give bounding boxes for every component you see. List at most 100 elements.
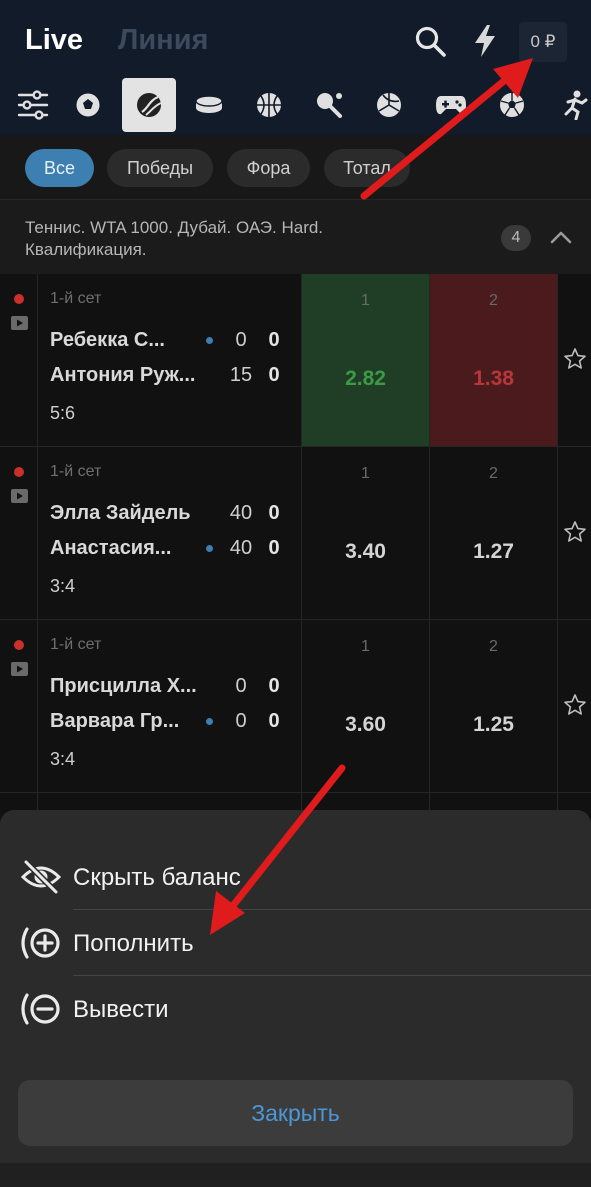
player-2-points: 15: [229, 364, 253, 386]
live-indicator-icon: [14, 294, 24, 304]
game-score: 3:4: [50, 576, 76, 596]
serve-indicator-icon: [206, 545, 213, 552]
odds-cell-2[interactable]: 2 1.38: [429, 274, 557, 446]
chevron-up-icon[interactable]: [548, 226, 574, 248]
star-icon[interactable]: [563, 520, 587, 544]
top-header: Live Линия 0 ₽: [0, 0, 591, 135]
esports-icon[interactable]: [424, 78, 478, 132]
set-label: 1-й сет: [50, 463, 102, 480]
close-button[interactable]: Закрыть: [18, 1080, 573, 1146]
hide-balance-item[interactable]: Скрыть баланс: [0, 844, 591, 910]
odds-value: 3.60: [345, 713, 386, 736]
star-icon[interactable]: [563, 693, 587, 717]
player-2-points: 40: [229, 537, 253, 559]
player-1-points: 0: [235, 675, 247, 697]
tournament-title: Теннис. WTA 1000. Дубай. ОАЭ. Hard. Квал…: [25, 218, 324, 259]
bet-type-filters: Все Победы Фора Тотал: [0, 135, 591, 199]
balance-action-sheet: Скрыть баланс Пополнить Вывести Закрыть: [0, 810, 591, 1187]
player-1-name: Присцилла Х...: [50, 675, 197, 697]
filter-chip-wins[interactable]: Победы: [107, 149, 213, 187]
player-1-name: Ребекка С...: [50, 329, 165, 351]
match-row[interactable]: 1-й сет Присцилла Х... 0 0 Варвара Гр...…: [0, 620, 591, 793]
balance-button[interactable]: 0 ₽: [519, 22, 567, 62]
withdraw-item[interactable]: Вывести: [0, 976, 591, 1042]
player-2-name: Варвара Гр...: [50, 710, 180, 732]
star-icon[interactable]: [563, 347, 587, 371]
withdraw-minus-icon: [21, 993, 60, 1025]
filter-settings-icon[interactable]: [6, 78, 60, 132]
player-1-games: 0: [268, 502, 280, 524]
video-icon[interactable]: [11, 662, 28, 676]
odds-label: 1: [361, 465, 370, 482]
video-icon[interactable]: [11, 489, 28, 503]
odds-label: 2: [489, 465, 498, 482]
hockey-icon[interactable]: [182, 78, 236, 132]
odds-label: 2: [489, 638, 498, 655]
player-2-games: 0: [268, 537, 280, 559]
title-row: Live Линия 0 ₽: [0, 0, 591, 80]
odds-cell-1[interactable]: 1 3.60: [301, 620, 429, 792]
player-1-name: Элла Зайдель: [50, 502, 191, 524]
player-2-points: 0: [235, 710, 247, 732]
player-1-points: 40: [229, 502, 253, 524]
odds-cell-1[interactable]: 1 2.82: [301, 274, 429, 446]
odds-cell-2[interactable]: 2 1.27: [429, 447, 557, 619]
deposit-label: Пополнить: [73, 930, 194, 957]
deposit-plus-icon: [21, 927, 60, 959]
withdraw-label: Вывести: [73, 996, 169, 1023]
athletics-icon[interactable]: [548, 78, 591, 132]
flash-icon[interactable]: [472, 24, 498, 58]
odds-cell-1[interactable]: 1 3.40: [301, 447, 429, 619]
filter-chip-handicap[interactable]: Фора: [227, 149, 310, 187]
player-2-games: 0: [268, 710, 280, 732]
match-row[interactable]: 1-й сет Элла Зайдель 40 0 Анастасия... 4…: [0, 447, 591, 620]
game-score: 3:4: [50, 749, 76, 769]
football-icon[interactable]: [61, 78, 115, 132]
basketball-icon[interactable]: [242, 78, 296, 132]
match-count-badge: 4: [501, 225, 531, 251]
table-tennis-icon[interactable]: [302, 78, 356, 132]
player-2-name: Анастасия...: [50, 537, 172, 559]
tennis-icon[interactable]: [122, 78, 176, 132]
serve-indicator-icon: [206, 718, 213, 725]
set-label: 1-й сет: [50, 290, 102, 307]
video-icon[interactable]: [11, 316, 28, 330]
odds-label: 2: [489, 292, 498, 309]
odds-value: 1.27: [473, 540, 514, 563]
filter-chip-all[interactable]: Все: [25, 149, 94, 187]
deposit-item[interactable]: Пополнить: [0, 910, 591, 976]
serve-indicator-icon: [206, 337, 213, 344]
match-indicators: [0, 274, 38, 446]
sport-selector: [0, 78, 591, 134]
live-indicator-icon: [14, 467, 24, 477]
player-1-games: 0: [268, 675, 280, 697]
player-1-games: 0: [268, 329, 280, 351]
favorite-column: [557, 447, 591, 619]
player-2-games: 0: [268, 364, 280, 386]
eye-off-icon: [20, 859, 62, 895]
match-indicators: [0, 620, 38, 792]
search-icon[interactable]: [414, 25, 448, 59]
player-2-name: Антония Руж...: [50, 364, 196, 386]
set-label: 1-й сет: [50, 636, 102, 653]
futsal-icon[interactable]: [485, 78, 539, 132]
hide-balance-label: Скрыть баланс: [73, 864, 241, 891]
player-1-points: 0: [235, 329, 247, 351]
odds-label: 1: [361, 638, 370, 655]
live-indicator-icon: [14, 640, 24, 650]
volleyball-icon[interactable]: [362, 78, 416, 132]
tab-line[interactable]: Линия: [118, 24, 208, 57]
odds-cell-2[interactable]: 2 1.25: [429, 620, 557, 792]
tournament-header[interactable]: Теннис. WTA 1000. Дубай. ОАЭ. Hard. Квал…: [0, 199, 591, 274]
odds-value: 3.40: [345, 540, 386, 563]
odds-label: 1: [361, 292, 370, 309]
filter-chip-total[interactable]: Тотал: [324, 149, 410, 187]
match-row[interactable]: 1-й сет Ребекка С... 0 0 Антония Руж... …: [0, 274, 591, 447]
odds-value: 1.25: [473, 713, 514, 736]
bottom-bar: [0, 1163, 591, 1187]
game-score: 5:6: [50, 403, 76, 423]
odds-value: 1.38: [473, 367, 514, 390]
favorite-column: [557, 274, 591, 446]
match-indicators: [0, 447, 38, 619]
tab-live[interactable]: Live: [25, 24, 83, 57]
